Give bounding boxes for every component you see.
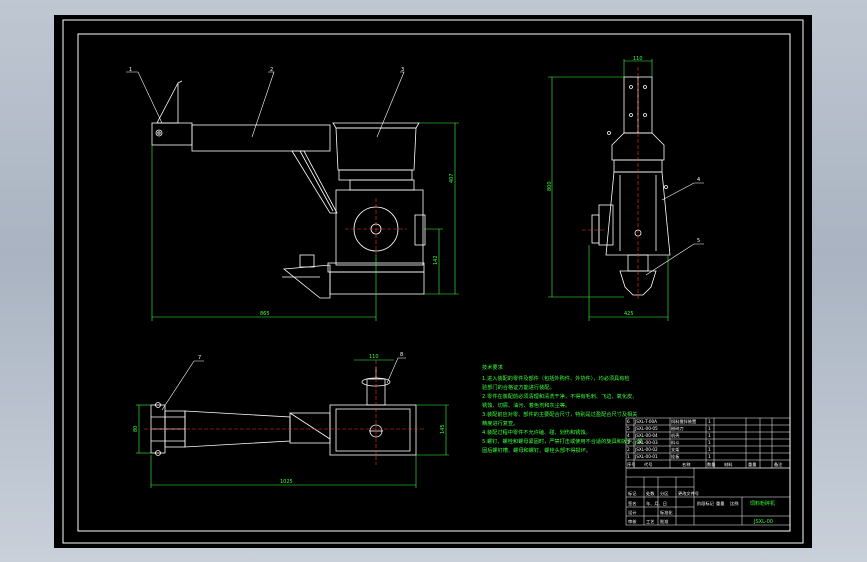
part-row-no: 5 (627, 426, 630, 431)
inner-border (77, 33, 791, 532)
hdr-mat: 材料 (724, 461, 733, 468)
hdr-name: 名称 (682, 461, 690, 468)
title-block-text: 标记 处数 分区 更改文件号 签名 年、月、日 设计 标准化 审核 工艺 批准 … (628, 490, 775, 525)
notes-heading: 技术要求 (482, 363, 504, 371)
part-row-name: 料斗 (671, 439, 679, 446)
front-view-dimensions (151, 122, 459, 321)
balloon-1: 1 (129, 67, 132, 73)
side-centerlines (582, 67, 639, 301)
part-row-no: 1 (627, 454, 630, 459)
tb-label-sign: 签名 (628, 500, 636, 507)
part-row-no: 3 (627, 440, 630, 445)
dim-side-top: 110 (633, 56, 643, 62)
part-row-qty: 1 (708, 426, 711, 431)
dim-top-width: 1025 (280, 479, 293, 485)
dim-front-height-a: 407 (449, 173, 455, 183)
part-row-code: JSXL-T-00A (634, 419, 657, 424)
dim-side-height: 800 (547, 181, 553, 191)
part-row-qty: 1 (708, 454, 711, 459)
dim-top-small: 110 (369, 354, 379, 360)
balloon-3: 3 (401, 67, 404, 73)
hdr-no: 序号 (627, 461, 635, 468)
part-row-no: 4 (627, 433, 630, 438)
part-row-code: JSXL-00-05 (634, 426, 658, 431)
technical-notes: 技术要求 1.进入装配的零件及部件（包括外购件、外协件），均必须具有检 验部门的… (482, 363, 643, 454)
notes-line-8: 5.螺钉、螺栓和螺母紧固时，严禁打击或使用不合适的旋具和扳手。紧 (482, 437, 643, 445)
part-row-code: JSXL-00-04 (634, 433, 658, 438)
tb-label-process: 工艺 (646, 519, 654, 524)
tb-label-weight: 重量 (716, 500, 724, 507)
balloon-4: 4 (697, 177, 700, 183)
dim-front-width: 865 (260, 311, 270, 317)
top-dimensions (136, 359, 449, 488)
part-row-no: 6 (627, 419, 630, 424)
part-row-code: JSXL-00-01 (634, 454, 658, 459)
tb-label-count: 处数 (646, 490, 655, 497)
notes-line-3: 2.零件在装配前必须清理和清洗干净，不得有毛刺、飞边、氧化皮、 (482, 392, 637, 400)
notes-line-7: 4.装配过程中零件不允许磕、碰、划伤和锈蚀。 (482, 428, 591, 436)
hdr-code: 代号 (644, 461, 652, 468)
part-row-qty: 1 (708, 447, 711, 452)
part-row-name: 挂板 (671, 453, 680, 460)
drawing-number: JSXL-00 (753, 519, 773, 525)
tb-label-change: 更改文件号 (678, 490, 699, 497)
dim-top-right: 145 (440, 424, 446, 434)
part-row-name: 粉碎刀 (671, 425, 684, 432)
part-row-qty: 1 (708, 419, 711, 424)
hdr-qty: 数量 (707, 461, 715, 468)
dim-side-base: 425 (624, 311, 634, 317)
part-row-qty: 1 (708, 440, 711, 445)
outer-border (62, 19, 804, 544)
cad-viewport[interactable]: 865 407 142 1 2 3 110 800 425 4 5 80 145… (54, 15, 812, 548)
title-block (625, 467, 791, 526)
part-row-code: JSXL-00-02 (634, 447, 658, 452)
front-leaders (126, 71, 405, 138)
balloon-7: 7 (198, 355, 201, 361)
tb-label-review: 审核 (628, 518, 637, 525)
notes-line-2: 验部门的合格证方能进行装配。 (482, 383, 555, 391)
hdr-remark: 备注 (774, 461, 783, 468)
drawing-title: 饲料粉碎机 (750, 500, 775, 507)
balloon-2: 2 (270, 67, 273, 73)
tb-label-date: 年、月、日 (646, 500, 667, 507)
notes-line-6: 精度进行复查。 (482, 419, 518, 427)
tb-label-std: 标准化 (660, 509, 673, 516)
dim-top-left: 80 (133, 426, 139, 432)
drawing-sheet: 865 407 142 1 2 3 110 800 425 4 5 80 145… (62, 19, 804, 544)
side-dimensions (548, 59, 669, 321)
tb-label-zone: 分区 (660, 490, 668, 497)
tb-label-approve: 批准 (660, 518, 668, 525)
tb-label-stage: 阶段标记 (697, 500, 715, 507)
front-view (151, 80, 426, 299)
side-view (591, 76, 671, 296)
side-leaders (645, 182, 704, 276)
balloon-5: 5 (697, 238, 700, 244)
tb-label-scale: 比例 (730, 500, 738, 507)
part-row-name: 饲料搅拌装置 (671, 418, 696, 425)
notes-line-1: 1.进入装配的零件及部件（包括外购件、外协件），均必须具有检 (482, 374, 630, 382)
tb-label-mark: 标记 (628, 490, 637, 497)
top-centerlines (144, 360, 424, 465)
notes-line-4: 锈蚀、切屑、油污、着色剂和灰尘等。 (482, 401, 570, 409)
part-row-name: 支架 (671, 446, 679, 453)
part-row-name: 机壳 (671, 432, 680, 439)
tb-label-design: 设计 (628, 509, 636, 516)
part-row-qty: 1 (708, 433, 711, 438)
part-row-code: JSXL-00-03 (634, 440, 658, 445)
notes-line-5: 3.装配前应对零、部件的主要配合尺寸，特别是过盈配合尺寸及相关 (482, 410, 637, 418)
part-row-no: 2 (627, 447, 630, 452)
balloon-8: 8 (400, 352, 403, 358)
hdr-weight: 重量 (748, 461, 756, 468)
notes-line-9: 固后螺钉槽、螺母和螺钉、螺栓头部不得损坏。 (482, 446, 591, 454)
top-leaders (161, 357, 406, 411)
dim-front-height-b: 142 (433, 255, 439, 265)
